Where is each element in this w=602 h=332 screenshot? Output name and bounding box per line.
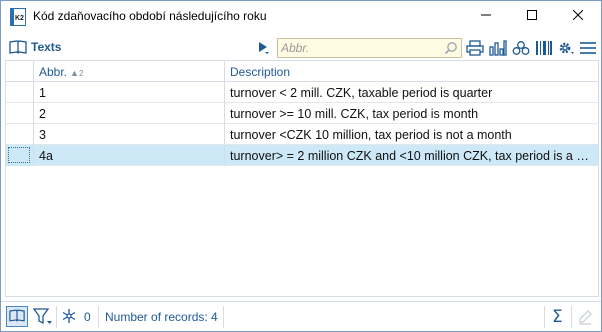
grid-header: Abbr. ▲2 Description [6, 61, 598, 82]
k2-app-icon: K2 [10, 8, 26, 26]
column-header-abbr-label: Abbr. [39, 65, 68, 79]
divider [571, 306, 572, 328]
close-icon [572, 9, 584, 23]
book-view-button[interactable] [6, 306, 28, 327]
data-grid: Abbr. ▲2 Description 1 turnover < 2 mill.… [5, 60, 599, 297]
status-bar: 0 Number of records: 4 Σ [1, 301, 601, 331]
window-title: Kód zdaňovacího období následujícího rok… [33, 9, 267, 23]
book-icon[interactable] [9, 40, 27, 57]
sum-icon[interactable]: Σ [552, 307, 563, 327]
column-header-description-label: Description [230, 65, 291, 79]
snowflake-icon[interactable] [61, 308, 77, 327]
cell-abbr[interactable]: 1 [34, 82, 225, 103]
search-input[interactable] [281, 40, 441, 56]
cell-abbr[interactable]: 4a [34, 145, 225, 166]
print-icon[interactable] [465, 39, 485, 57]
book-icon [9, 309, 25, 325]
record-count: Number of records: 4 [105, 310, 218, 324]
table-row-selected[interactable]: 4a turnover> = 2 million CZK and <10 mil… [6, 145, 598, 166]
toolbar: Texts [1, 32, 601, 60]
minimize-icon [481, 9, 491, 23]
sort-index: 2 [78, 69, 84, 78]
sort-ascending-icon: ▲ [70, 68, 79, 78]
filter-count: 0 [84, 310, 91, 324]
minimize-button[interactable] [463, 1, 509, 31]
search-icon[interactable] [444, 41, 458, 58]
play-icon[interactable] [257, 41, 271, 58]
chart-icon[interactable] [488, 39, 508, 57]
search-box[interactable] [277, 38, 462, 58]
row-indicator[interactable] [6, 82, 34, 103]
panel-title: Texts [31, 40, 62, 54]
gear-icon[interactable] [556, 39, 576, 57]
focus-marker [8, 147, 30, 163]
cell-abbr[interactable]: 3 [34, 124, 225, 145]
cell-description[interactable]: turnover <CZK 10 million, tax period is … [225, 124, 598, 145]
header-indicator-cell [6, 61, 34, 81]
row-indicator[interactable] [6, 103, 34, 124]
divider [544, 306, 545, 328]
edit-icon[interactable] [577, 309, 593, 328]
row-indicator[interactable] [6, 124, 34, 145]
forms-icon[interactable] [511, 39, 531, 57]
maximize-icon [527, 9, 537, 23]
divider [56, 306, 57, 328]
title-bar[interactable]: K2 Kód zdaňovacího období následujícího … [1, 1, 601, 32]
barcode-icon[interactable] [534, 39, 554, 57]
column-header-description[interactable]: Description [225, 61, 598, 81]
maximize-button[interactable] [509, 1, 555, 31]
cell-description[interactable]: turnover> = 2 million CZK and <10 millio… [225, 145, 598, 166]
cell-abbr[interactable]: 2 [34, 103, 225, 124]
divider [98, 306, 99, 328]
table-row[interactable]: 3 turnover <CZK 10 million, tax period i… [6, 124, 598, 145]
close-button[interactable] [555, 1, 601, 31]
divider [223, 306, 224, 328]
row-indicator[interactable] [6, 145, 34, 166]
cell-description[interactable]: turnover < 2 mill. CZK, taxable period i… [225, 82, 598, 103]
table-row[interactable]: 2 turnover >= 10 mill. CZK, tax period i… [6, 103, 598, 124]
app-window: K2 Kód zdaňovacího období následujícího … [0, 0, 602, 332]
menu-icon[interactable] [578, 39, 598, 57]
column-header-abbr[interactable]: Abbr. ▲2 [34, 61, 225, 81]
svg-text:K2: K2 [15, 15, 24, 22]
table-row[interactable]: 1 turnover < 2 mill. CZK, taxable period… [6, 82, 598, 103]
filter-icon[interactable] [32, 308, 53, 329]
cell-description[interactable]: turnover >= 10 mill. CZK, tax period is … [225, 103, 598, 124]
